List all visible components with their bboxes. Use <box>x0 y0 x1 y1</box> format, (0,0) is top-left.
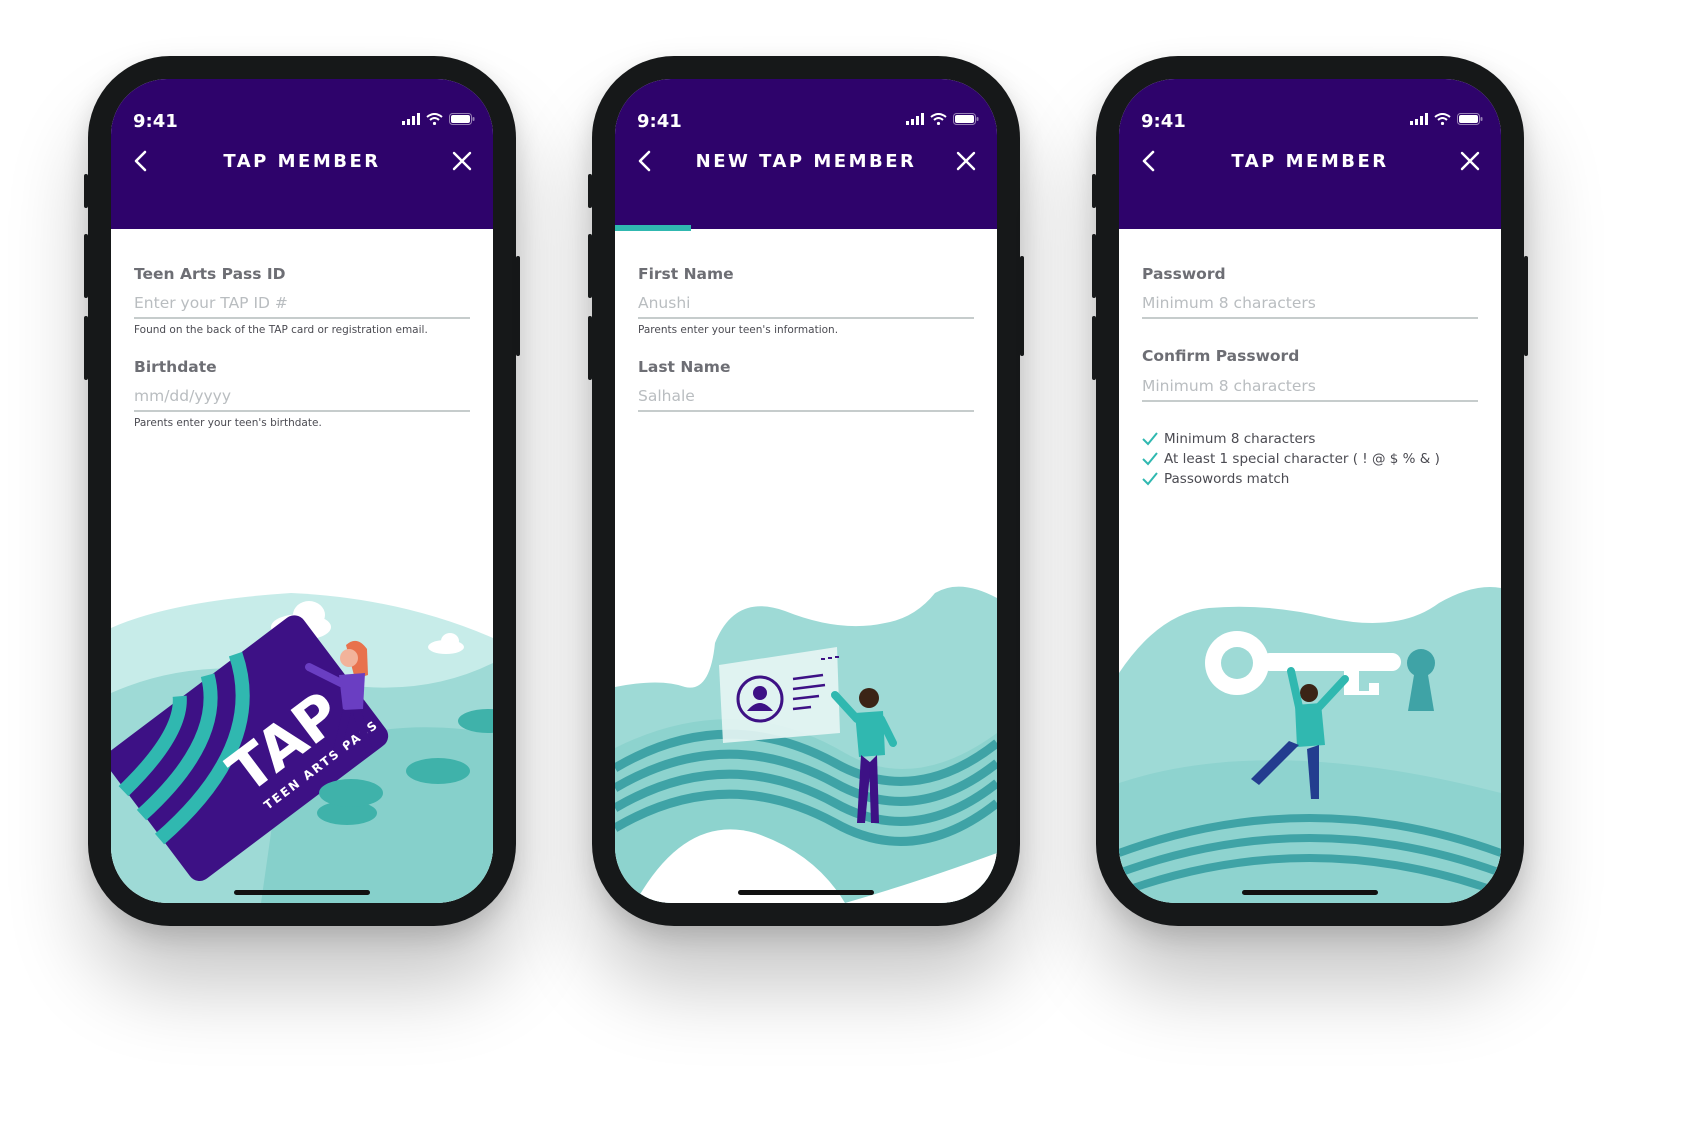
chevron-left-icon[interactable] <box>1137 145 1163 177</box>
first-name-input[interactable] <box>638 289 974 319</box>
last-name-input[interactable] <box>638 382 974 412</box>
birthdate-input[interactable] <box>134 382 470 412</box>
field-label-first-name: First Name <box>638 265 734 283</box>
signal-icon <box>906 113 924 125</box>
check-min-length: Minimum 8 characters <box>1142 431 1315 447</box>
page-title: NEW TAP MEMBER <box>675 151 937 172</box>
chevron-left-icon[interactable] <box>129 145 155 177</box>
wifi-icon <box>426 113 443 125</box>
close-icon[interactable] <box>953 147 979 175</box>
home-indicator <box>234 890 370 895</box>
check-label: Passowords match <box>1164 471 1289 487</box>
home-indicator <box>1242 890 1378 895</box>
confirm-password-input[interactable] <box>1142 372 1478 402</box>
status-icons <box>402 113 475 125</box>
app-header: 9:41 TAP MEMBER <box>1119 79 1501 229</box>
check-icon <box>1142 432 1158 446</box>
close-icon[interactable] <box>449 147 475 175</box>
check-label: At least 1 special character ( ! @ $ % &… <box>1164 451 1440 467</box>
field-label-tap-id: Teen Arts Pass ID <box>134 265 286 283</box>
field-label-last-name: Last Name <box>638 358 730 376</box>
battery-icon <box>1457 113 1483 125</box>
page-title: TAP MEMBER <box>171 151 433 172</box>
status-time: 9:41 <box>637 111 682 132</box>
check-icon <box>1142 452 1158 466</box>
app-header: 9:41 TAP MEMBER <box>111 79 493 229</box>
battery-icon <box>449 113 475 125</box>
screen-tap-id: 9:41 TAP MEMBER Teen Arts Pass ID Found … <box>111 79 493 903</box>
field-label-birthdate: Birthdate <box>134 358 217 376</box>
screen-password: 9:41 TAP MEMBER Password Confirm Passwor… <box>1119 79 1501 903</box>
status-icons <box>1410 113 1483 125</box>
status-time: 9:41 <box>1141 111 1186 132</box>
signal-icon <box>402 113 420 125</box>
status-time: 9:41 <box>133 111 178 132</box>
check-special-char: At least 1 special character ( ! @ $ % &… <box>1142 451 1440 467</box>
tap-card-illustration: TAP TEEN ARTS PASS <box>111 583 493 903</box>
signal-icon <box>1410 113 1428 125</box>
close-icon[interactable] <box>1457 147 1483 175</box>
check-icon <box>1142 472 1158 486</box>
status-icons <box>906 113 979 125</box>
tap-id-help: Found on the back of the TAP card or reg… <box>134 324 428 336</box>
check-label: Minimum 8 characters <box>1164 431 1315 447</box>
wifi-icon <box>930 113 947 125</box>
id-card-illustration <box>615 583 997 903</box>
progress-bar <box>615 225 691 231</box>
battery-icon <box>953 113 979 125</box>
wifi-icon <box>1434 113 1451 125</box>
first-name-help: Parents enter your teen's information. <box>638 324 838 336</box>
page-title: TAP MEMBER <box>1179 151 1441 172</box>
home-indicator <box>738 890 874 895</box>
screen-new-member: 9:41 NEW TAP MEMBER First Name Parents e… <box>615 79 997 903</box>
chevron-left-icon[interactable] <box>633 145 659 177</box>
phone-1: 9:41 TAP MEMBER Teen Arts Pass ID Found … <box>88 56 516 926</box>
phone-3: 9:41 TAP MEMBER Password Confirm Passwor… <box>1096 56 1524 926</box>
key-illustration <box>1119 583 1501 903</box>
phone-2: 9:41 NEW TAP MEMBER First Name Parents e… <box>592 56 1020 926</box>
tap-id-input[interactable] <box>134 289 470 319</box>
app-header: 9:41 NEW TAP MEMBER <box>615 79 997 229</box>
field-label-confirm-password: Confirm Password <box>1142 347 1299 365</box>
field-label-password: Password <box>1142 265 1226 283</box>
password-input[interactable] <box>1142 289 1478 319</box>
check-passwords-match: Passowords match <box>1142 471 1289 487</box>
birthdate-help: Parents enter your teen's birthdate. <box>134 417 322 429</box>
